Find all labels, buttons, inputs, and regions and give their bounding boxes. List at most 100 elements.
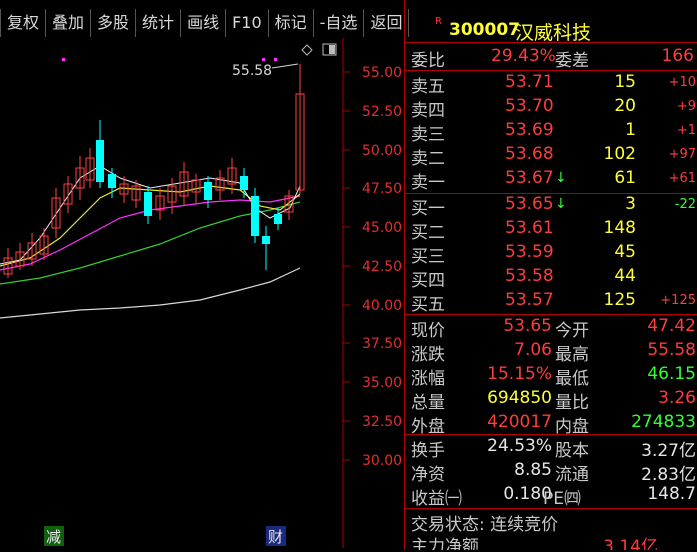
fund-label: 净资 — [411, 465, 445, 485]
price-label: 45.00 — [362, 220, 402, 236]
buy-volume: 125 — [603, 290, 636, 310]
event-marker — [62, 58, 65, 61]
fund-label: 流通 — [555, 465, 589, 485]
buy-volume: 45 — [614, 242, 636, 262]
sell-volume: 20 — [614, 96, 636, 116]
stock-name[interactable]: 汉威科技 — [515, 18, 591, 45]
stat-label: 涨幅 — [411, 369, 445, 389]
kline-chart[interactable]: 55.00 52.50 50.00 47.50 45.00 42.50 40.0… — [0, 38, 404, 548]
buy-label: 买一 — [411, 199, 445, 219]
back-button[interactable]: 返回 — [364, 9, 410, 37]
stat-value: 3.26 — [658, 388, 696, 408]
buy-price: 53.57 — [505, 290, 554, 310]
fund-row: 净资 8.85 流通 2.83亿 — [405, 460, 697, 485]
price-label: 30.00 — [362, 453, 402, 469]
price-label: 50.00 — [362, 143, 402, 159]
buy-volume: 148 — [603, 218, 636, 238]
kline-canvas[interactable]: 55.00 52.50 50.00 47.50 45.00 42.50 40.0… — [0, 38, 404, 548]
stat-row: 涨跌 7.06 最高 55.58 — [405, 340, 697, 365]
fund-label: PE㈣ — [543, 489, 581, 509]
price-label: 47.50 — [362, 181, 402, 197]
buy-volume: 44 — [614, 266, 636, 286]
sell-volume: 61 — [614, 168, 636, 188]
sell-row[interactable]: 卖二 53.68 102 +97 — [405, 144, 697, 169]
stat-value: 694850 — [487, 388, 552, 408]
fund-row: 换手 24.53% 股本 3.27亿 — [405, 436, 697, 461]
panel-toggle-fill — [329, 45, 335, 54]
stat-row: 涨幅 15.15% 最低 46.15 — [405, 364, 697, 389]
main-flow-value: 3.14亿 — [603, 537, 658, 550]
price-label: 35.00 — [362, 375, 402, 391]
statistics-button[interactable]: 统计 — [136, 9, 182, 37]
mark-button[interactable]: 标记 — [269, 9, 314, 37]
reduce-tag[interactable]: 减 — [46, 528, 61, 546]
sell-volume: 1 — [625, 120, 636, 140]
remove-watchlist-button[interactable]: -自选 — [314, 9, 365, 37]
event-marker — [274, 58, 277, 61]
stock-code[interactable]: 300007 — [449, 20, 520, 40]
sell-row[interactable]: 卖四 53.70 20 +9 — [405, 96, 697, 121]
main-flow-row: 主力净额 3.14亿 — [405, 532, 697, 550]
sell-price: 53.68 — [505, 144, 554, 164]
fund-label: 收益㈠ — [411, 489, 462, 509]
stat-value: 53.65 — [503, 316, 552, 336]
diff-value: 166 — [661, 46, 694, 66]
fund-row: 收益㈠ 0.180 PE㈣ 148.7 — [405, 484, 697, 509]
stat-label: 现价 — [411, 321, 445, 341]
buy-row[interactable]: 买五 53.57 125 +125 — [405, 290, 697, 315]
buy-row[interactable]: 买三 53.59 45 — [405, 242, 697, 267]
buy-volume: 3 — [625, 194, 636, 214]
divider — [405, 42, 697, 43]
finance-tag[interactable]: 财 — [268, 528, 283, 546]
fund-value: 148.7 — [647, 484, 696, 504]
sell-volume: 15 — [614, 72, 636, 92]
fund-label: 换手 — [411, 441, 445, 461]
buy-change: -22 — [674, 197, 696, 212]
sell-label: 卖四 — [411, 101, 445, 121]
multi-stock-button[interactable]: 多股 — [91, 9, 137, 37]
stat-value: 7.06 — [514, 340, 552, 360]
callout-arrow — [271, 63, 299, 69]
overlay-button[interactable]: 叠加 — [46, 9, 92, 37]
stat-label: 量比 — [555, 393, 589, 413]
down-arrow-icon: ↓ — [555, 170, 567, 186]
price-label: 55.00 — [362, 65, 402, 81]
stat-value: 15.15% — [487, 364, 552, 384]
stat-value: 47.42 — [647, 316, 696, 336]
sell-price: 53.70 — [505, 96, 554, 116]
buy-row[interactable]: 买二 53.61 148 — [405, 218, 697, 243]
diamond-icon[interactable] — [301, 44, 313, 56]
buy-row[interactable]: 买一 53.65 ↓ 3 -22 — [405, 194, 697, 219]
sell-price: 53.69 — [505, 120, 554, 140]
price-label: 52.50 — [362, 104, 402, 120]
buy-price: 53.65 — [505, 194, 554, 214]
fund-value: 8.85 — [514, 460, 552, 480]
price-label: 40.00 — [362, 298, 402, 314]
draw-line-button[interactable]: 画线 — [181, 9, 227, 37]
divider — [405, 70, 697, 71]
buy-row[interactable]: 买四 53.58 44 — [405, 266, 697, 291]
divider — [405, 314, 697, 315]
sell-row[interactable]: 卖三 53.69 1 +1 — [405, 120, 697, 145]
sell-price: 53.71 — [505, 72, 554, 92]
fund-label: 股本 — [555, 441, 589, 461]
divider — [405, 508, 697, 509]
divider — [405, 434, 697, 435]
ma-long-line — [0, 267, 301, 319]
sell-label: 卖一 — [411, 173, 445, 193]
sell-row[interactable]: 卖五 53.71 15 +10 — [405, 72, 697, 97]
buy-price: 53.59 — [505, 242, 554, 262]
sell-label: 卖五 — [411, 77, 445, 97]
buy-price: 53.61 — [505, 218, 554, 238]
sell-row[interactable]: 卖一 53.67 ↓ 61 +61 — [405, 168, 697, 193]
f10-button[interactable]: F10 — [226, 9, 269, 37]
event-marker — [262, 58, 265, 61]
buy-label: 买二 — [411, 223, 445, 243]
restore-rights-button[interactable]: 复权 — [0, 9, 47, 37]
buy-change: +125 — [660, 293, 696, 308]
chart-toolbar: 复权 叠加 多股 统计 画线 F10 标记 -自选 返回 — [0, 8, 410, 38]
stat-row: 外盘 420017 内盘 274833 — [405, 412, 697, 437]
stat-label: 涨跌 — [411, 345, 445, 365]
sell-change: +1 — [676, 123, 696, 138]
sell-volume: 102 — [603, 144, 636, 164]
